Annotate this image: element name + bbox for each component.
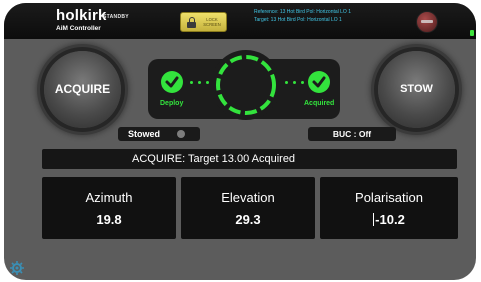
elevation-readout: Elevation 29.3 xyxy=(181,177,315,239)
progress-dot xyxy=(301,81,304,84)
lock-screen-label: LOCK SCREEN xyxy=(203,17,221,27)
azimuth-value: 19.8 xyxy=(96,212,122,227)
header-bar: holkirk AiM Controller STANDBY LOCK SCRE… xyxy=(4,3,476,39)
acquired-check-icon xyxy=(308,71,330,93)
deploy-check-icon xyxy=(161,71,183,93)
polarisation-value: -10.2 xyxy=(375,212,405,227)
polarisation-value-wrap: -10.2 xyxy=(320,212,458,227)
target-info: Target: 13 Hot Bird Pol: Horizontal LO 1 xyxy=(254,17,342,23)
buc-status-badge: BUC : Off xyxy=(308,127,396,141)
controller-screen: holkirk AiM Controller STANDBY LOCK SCRE… xyxy=(4,3,476,280)
stowed-label: Stowed xyxy=(128,129,161,139)
progress-dot xyxy=(206,81,209,84)
device-frame: holkirk AiM Controller STANDBY LOCK SCRE… xyxy=(0,0,481,282)
stowed-status-badge: Stowed xyxy=(118,127,200,141)
polarisation-readout: Polarisation -10.2 xyxy=(320,177,458,239)
lock-screen-button[interactable]: LOCK SCREEN xyxy=(180,12,227,32)
azimuth-readout: Azimuth 19.8 xyxy=(42,177,176,239)
acquire-progress-ring-icon xyxy=(211,50,281,120)
acquire-button[interactable]: ACQUIRE xyxy=(44,51,121,128)
brand-logo: holkirk xyxy=(56,7,107,24)
progress-dot xyxy=(190,81,193,84)
reference-info: Reference: 13 Hot Bird Pol: Horizontal L… xyxy=(254,9,351,15)
acquired-label: Acquired xyxy=(304,100,335,107)
elevation-label: Elevation xyxy=(221,190,275,205)
progress-panel: Deploy Acquired xyxy=(148,50,340,120)
elevation-value: 29.3 xyxy=(235,212,261,227)
progress-dot xyxy=(285,81,288,84)
padlock-icon xyxy=(187,17,196,28)
stowed-led-icon xyxy=(177,130,185,138)
app-subtitle: AiM Controller xyxy=(56,25,101,32)
progress-dot xyxy=(198,81,201,84)
azimuth-label: Azimuth xyxy=(85,190,133,205)
progress-dot xyxy=(293,81,296,84)
mode-indicator: STANDBY xyxy=(103,14,129,20)
status-led xyxy=(470,30,474,36)
deploy-label: Deploy xyxy=(160,100,184,107)
polarisation-label: Polarisation xyxy=(355,190,423,205)
settings-gear-icon[interactable] xyxy=(10,261,24,275)
stow-button[interactable]: STOW xyxy=(378,51,455,128)
status-message: ACQUIRE: Target 13.00 Acquired xyxy=(42,149,457,169)
power-button[interactable] xyxy=(416,11,438,33)
